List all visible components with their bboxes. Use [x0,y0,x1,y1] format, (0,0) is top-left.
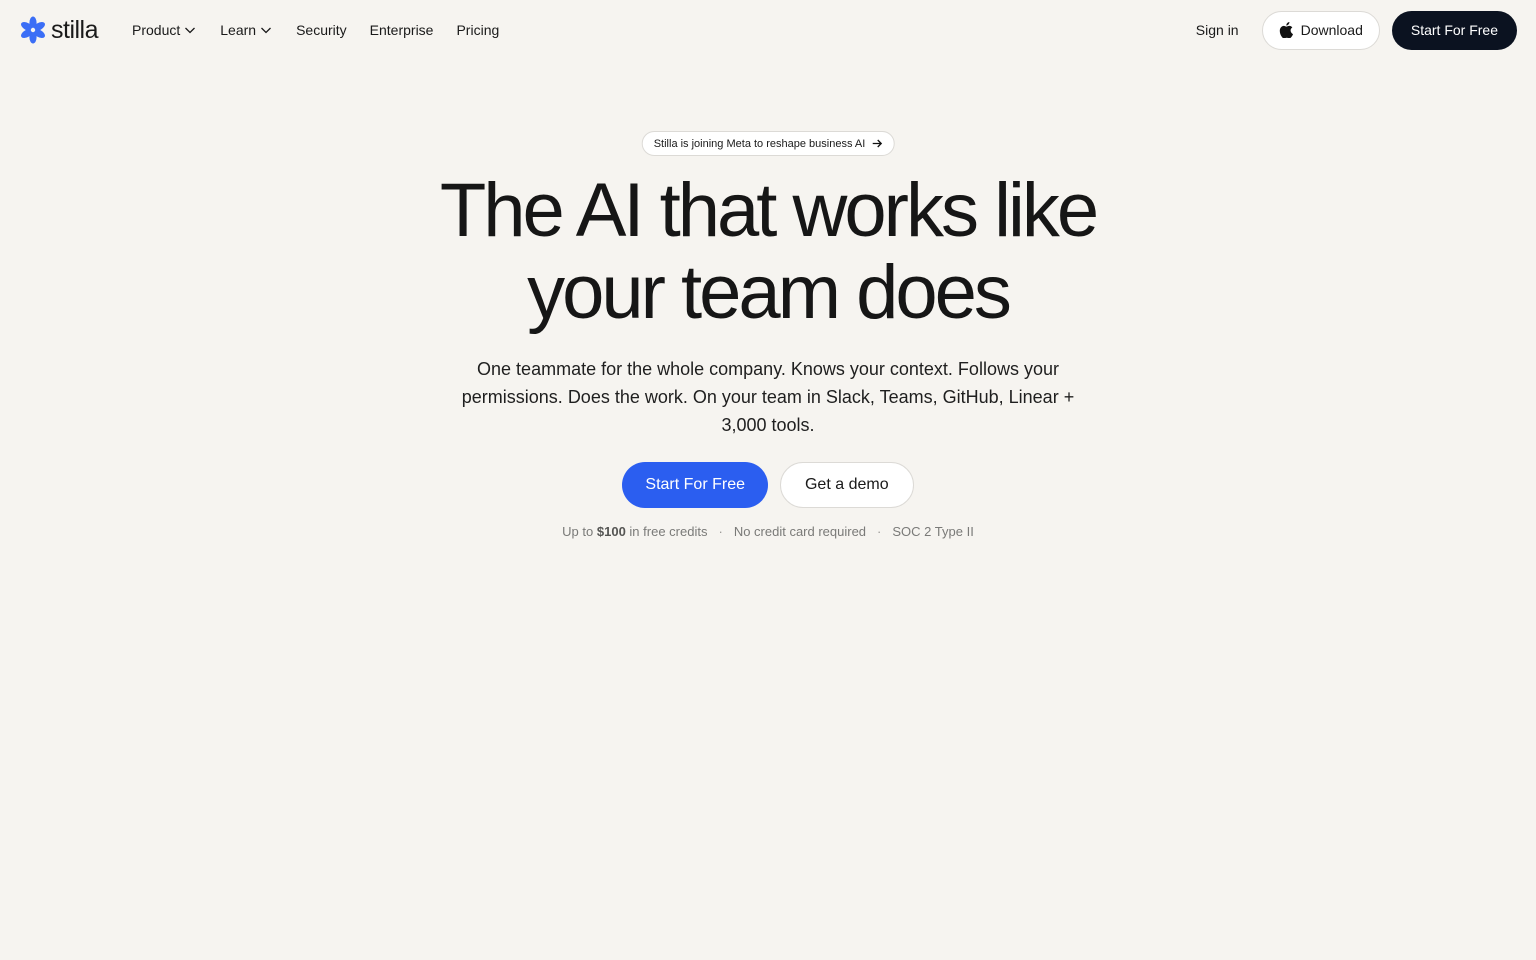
chevron-down-icon [185,27,196,34]
soc2-text: SOC 2 Type II [892,524,974,539]
chevron-down-icon [261,27,272,34]
apple-icon [1279,22,1293,38]
cta-row: Start For Free Get a demo [0,462,1536,508]
nav-product-label: Product [132,22,181,38]
hero-subtitle: One teammate for the whole company. Know… [461,359,1075,435]
start-free-button[interactable]: Start For Free [622,462,768,508]
nav-pricing[interactable]: Pricing [456,22,499,38]
separator-dot: · [718,524,723,539]
nav-learn[interactable]: Learn [220,22,273,38]
nav-enterprise[interactable]: Enterprise [370,22,434,38]
get-demo-button[interactable]: Get a demo [779,462,914,508]
nav-left: stilla Product Learn Security Enterprise [19,16,499,45]
sign-in-link[interactable]: Sign in [1196,22,1239,38]
hero-headline: The AI that works like your team does [0,170,1536,334]
nav-learn-label: Learn [220,22,257,38]
credits-amount: $100 [596,524,626,539]
announcement-text: Stilla is joining Meta to reshape busine… [653,137,866,150]
nav-security-label: Security [296,22,347,38]
logo[interactable]: stilla [19,15,99,45]
credits-suffix: in free credits [629,524,708,539]
nav-pricing-label: Pricing [456,22,500,38]
nav-right: Sign in Download Start For Free [1196,10,1517,50]
arrow-right-icon [872,139,882,148]
asterisk-flower-icon [19,16,47,44]
download-button-label: Download [1300,22,1363,38]
hero-headline-line-2: your team does [527,250,1012,335]
credits-prefix: Up to [562,524,594,539]
nav-security[interactable]: Security [296,22,347,38]
nav-product[interactable]: Product [132,22,197,38]
trust-row: Up to $100 in free credits · No credit c… [0,524,1536,539]
no-credit-card-text: No credit card required [733,524,867,539]
hero-headline-line-1: The AI that works like [439,168,1099,253]
top-nav: stilla Product Learn Security Enterprise [0,0,1536,60]
page: stilla Product Learn Security Enterprise [0,0,1536,960]
download-button[interactable]: Download [1261,10,1380,50]
nav-start-free-button[interactable]: Start For Free [1391,10,1517,50]
logo-wordmark: stilla [51,15,99,44]
nav-links: Product Learn Security Enterprise Pricin… [132,22,499,38]
separator-dot: · [877,524,882,539]
announcement-pill[interactable]: Stilla is joining Meta to reshape busine… [641,131,895,156]
nav-enterprise-label: Enterprise [369,22,434,38]
